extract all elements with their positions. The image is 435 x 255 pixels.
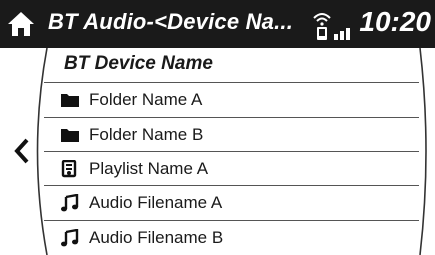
status-bar: BT Audio-<Device Na... 10:20	[0, 0, 435, 48]
list-item-label: Folder Name A	[89, 90, 203, 109]
list-item-folder-a[interactable]: Folder Name A	[44, 83, 419, 117]
back-button[interactable]	[0, 48, 40, 255]
home-icon[interactable]	[6, 9, 36, 39]
playlist-icon	[61, 160, 77, 178]
page-title: BT Audio-<Device Na...	[48, 9, 294, 34]
list-item-audio-b[interactable]: Audio Filename B	[44, 221, 419, 255]
clock: 10:20	[359, 6, 431, 37]
connection-status-icons	[313, 13, 350, 40]
chevron-left-icon	[14, 138, 29, 164]
list-item-label: Folder Name B	[89, 125, 204, 144]
screen: BT Audio-<Device Na... 10:20 BT Device N…	[0, 0, 435, 255]
file-list: BT Device Name Folder Name A Folder Name…	[44, 48, 419, 255]
folder-icon	[61, 129, 79, 142]
music-note-icon	[61, 229, 79, 247]
list-header-label: BT Device Name	[64, 53, 213, 74]
list-item-label: Playlist Name A	[89, 159, 209, 178]
list-header: BT Device Name	[44, 48, 419, 82]
list-item-folder-b[interactable]: Folder Name B	[44, 118, 419, 152]
list-item-label: Audio Filename A	[89, 193, 223, 212]
wifi-phone-icon	[313, 13, 331, 40]
music-note-icon	[61, 194, 79, 212]
list-item-audio-a[interactable]: Audio Filename A	[44, 186, 419, 220]
folder-icon	[61, 94, 79, 107]
list-item-playlist-a[interactable]: Playlist Name A	[44, 152, 419, 186]
list-item-label: Audio Filename B	[89, 228, 224, 247]
signal-strength-icon	[334, 28, 350, 40]
